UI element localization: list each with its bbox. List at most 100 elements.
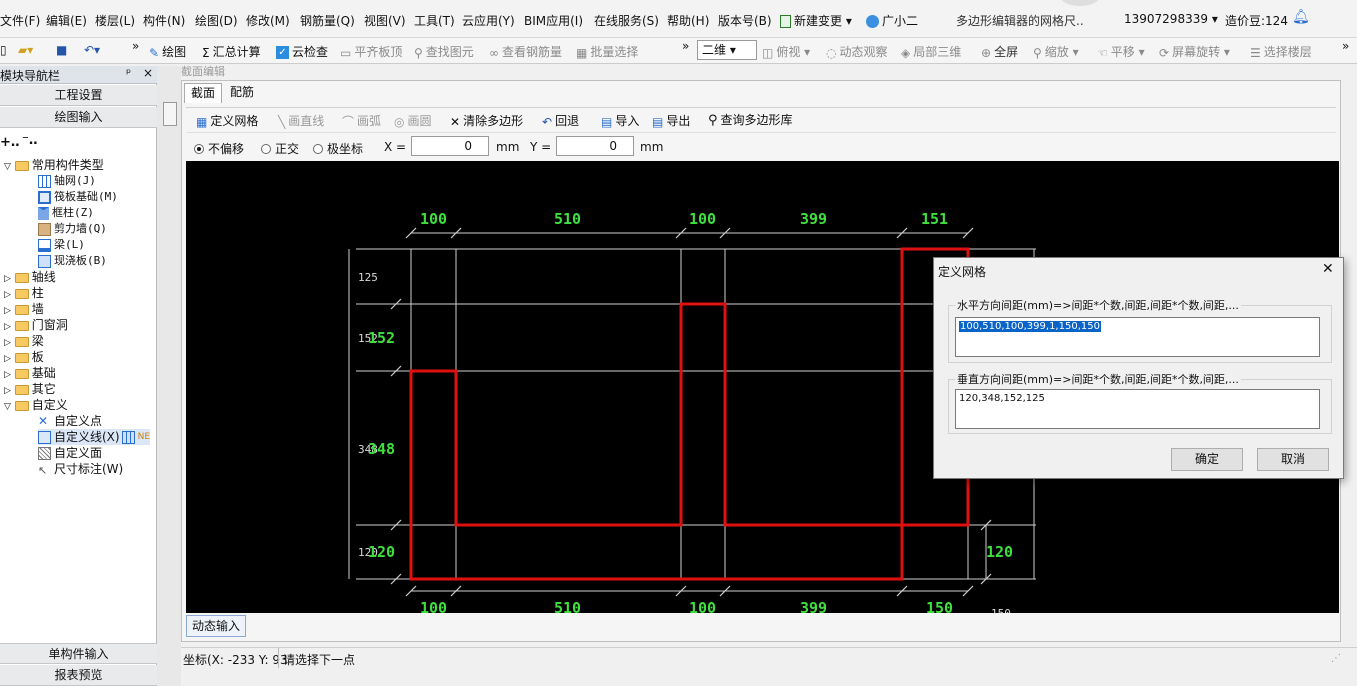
cancel-button[interactable]: 取消 — [1257, 448, 1329, 471]
tree-node-column[interactable]: ▷ 柱 — [4, 285, 44, 301]
draw-circle-button[interactable]: ◎ 画圆 — [394, 112, 432, 129]
tree-label-raft: 筏板基础(M) — [54, 190, 118, 203]
import-button[interactable]: ▤ 导入 — [601, 112, 639, 129]
view-rebar-button[interactable]: ∞ 查看钢筋量 — [489, 43, 562, 60]
tree-node-slab[interactable]: ▷ 板 — [4, 349, 44, 365]
dynamic-observe-button[interactable]: ◌ 动态观察 — [826, 43, 888, 60]
find-element-button[interactable]: ⚲ 查找图元 — [414, 43, 474, 60]
menu-floor[interactable]: 楼层(L) — [95, 12, 135, 29]
tree-node-foundation[interactable]: ▷ 基础 — [4, 365, 56, 381]
project-settings-button[interactable]: 工程设置 — [0, 85, 157, 106]
menu-edit[interactable]: 编辑(E) — [46, 12, 87, 29]
tree-node-wall[interactable]: ▷ 墙 — [4, 301, 44, 317]
polar-radio[interactable]: 极坐标 — [313, 140, 363, 157]
new-change-menu[interactable]: 新建变更 ▾ — [780, 12, 852, 29]
menu-view[interactable]: 视图(V) — [364, 12, 406, 29]
menu-tools[interactable]: 工具(T) — [414, 12, 455, 29]
side-strip — [157, 66, 181, 686]
plan-view-button[interactable]: ◫ 俯视 ▾ — [762, 43, 810, 60]
zoom-button[interactable]: ⚲ 缩放 ▾ — [1033, 43, 1079, 60]
single-input-button[interactable]: 单构件输入 — [0, 643, 157, 664]
import-label: 导入 — [615, 114, 640, 128]
cloud-check-button[interactable]: ✓ 云检查 — [276, 43, 328, 60]
tree-node-beam[interactable]: ▷ 梁 — [4, 333, 44, 349]
full-screen-button[interactable]: ⊕ 全屏 — [981, 43, 1018, 60]
batch-select-button[interactable]: ▦ 批量选择 — [576, 43, 638, 60]
tree-item-beam[interactable]: 梁(L) — [38, 237, 85, 253]
export-button[interactable]: ▤ 导出 — [652, 112, 690, 129]
menu-rebar[interactable]: 钢筋量(Q) — [300, 12, 355, 29]
tree-item-custom-line[interactable]: 自定义线(X) NE — [38, 429, 151, 445]
tree-item-axis-grid[interactable]: 轴网(J) — [38, 173, 96, 189]
define-grid-button[interactable]: ▦ 定义网格 — [196, 112, 258, 129]
tree-item-dimension[interactable]: ↖ 尺寸标注(W) — [38, 461, 123, 477]
dialog-close-icon[interactable]: ✕ — [1322, 261, 1334, 277]
query-library-button[interactable]: ⚲ 查询多边形库 — [708, 111, 793, 128]
menu-modify[interactable]: 修改(M) — [246, 12, 290, 29]
overflow-icon[interactable]: » — [1342, 39, 1349, 53]
tab-rebar[interactable]: 配筋 — [224, 83, 260, 103]
full-screen-label: 全屏 — [994, 45, 1019, 59]
tree-item-custom-face[interactable]: 自定义面 — [38, 445, 102, 461]
side-tab[interactable] — [163, 102, 177, 126]
tree-item-shear-wall[interactable]: 剪力墙(Q) — [38, 221, 107, 237]
menu-help[interactable]: 帮助(H) — [667, 12, 709, 29]
drawing-input-button[interactable]: 绘图输入 — [0, 107, 157, 128]
local-3d-button[interactable]: ◈ 局部三维 — [901, 43, 961, 60]
tree-item-cast-slab[interactable]: 现浇板(B) — [38, 253, 107, 269]
report-preview-button[interactable]: 报表预览 — [0, 665, 157, 686]
save-icon[interactable]: ■ — [56, 43, 67, 57]
new-file-icon[interactable]: ▯ — [0, 43, 7, 57]
menu-version[interactable]: 版本号(B) — [718, 12, 772, 29]
pan-button[interactable]: ☜ 平移 ▾ — [1097, 43, 1145, 60]
horizontal-spacing-input[interactable]: 100,510,100,399,1,150,150 — [955, 317, 1320, 357]
orthogonal-radio[interactable]: 正交 — [261, 140, 299, 157]
draw-line-button[interactable]: ╲ 画直线 — [278, 112, 324, 129]
assistant-label: 广小二 — [882, 14, 919, 28]
view-mode-select[interactable]: 二维 ▾ — [697, 40, 757, 60]
undo-button[interactable]: ↶ 回退 — [542, 112, 579, 129]
draw-button[interactable]: ✎ 绘图 — [149, 43, 186, 60]
no-offset-radio[interactable]: 不偏移 — [194, 140, 244, 157]
rebar-icon: ∞ — [489, 45, 499, 60]
resize-grip-icon[interactable]: ⋰ — [1331, 653, 1341, 664]
tree-node-custom[interactable]: ▽ 自定义 — [4, 397, 68, 413]
select-floor-button[interactable]: ☰ 选择楼层 — [1250, 43, 1312, 60]
menu-bim[interactable]: BIM应用(I) — [524, 12, 583, 29]
overflow-icon[interactable]: » — [682, 39, 689, 53]
tab-section[interactable]: 截面 — [184, 83, 223, 103]
tree-item-raft-foundation[interactable]: 筏板基础(M) — [38, 189, 118, 205]
overflow-icon[interactable]: » — [132, 39, 139, 53]
sum-calc-button[interactable]: Σ 汇总计算 — [202, 43, 261, 60]
menu-draw[interactable]: 绘图(D) — [195, 12, 238, 29]
tree-node-other[interactable]: ▷ 其它 — [4, 381, 56, 397]
menu-file[interactable]: 文件(F) — [0, 12, 40, 29]
open-folder-icon[interactable]: ▰▾ — [18, 43, 33, 57]
assistant-menu[interactable]: 广小二 — [866, 12, 918, 29]
tree-node-common-types[interactable]: ▽ 常用构件类型 — [4, 157, 104, 173]
screen-rotate-button[interactable]: ⟳ 屏幕旋转 ▾ — [1159, 43, 1230, 60]
vertical-spacing-input[interactable]: 120,348,152,125 — [955, 389, 1320, 429]
menu-online[interactable]: 在线服务(S) — [594, 12, 659, 29]
x-input[interactable]: 0 — [411, 136, 489, 156]
account-menu[interactable]: 13907298339 ▾ — [1124, 12, 1218, 26]
expand-all-icon[interactable]: +‥ — [0, 135, 20, 150]
y-input[interactable]: 0 — [556, 136, 634, 156]
flat-slab-top-button[interactable]: ▭ 平齐板顶 — [340, 43, 402, 60]
undo-icon[interactable]: ↶▾ — [84, 43, 100, 57]
ok-button[interactable]: 确定 — [1171, 448, 1243, 471]
menu-cloud[interactable]: 云应用(Y) — [462, 12, 515, 29]
collapse-all-icon[interactable]: ⁻‥ — [22, 133, 38, 148]
dynamic-input-button[interactable]: 动态输入 — [186, 615, 247, 637]
menu-component[interactable]: 构件(N) — [143, 12, 185, 29]
clear-polygon-button[interactable]: ✕ 清除多边形 — [450, 112, 523, 129]
pin-icon[interactable]: ᵖ — [126, 66, 131, 80]
close-icon[interactable]: × — [143, 66, 153, 80]
draw-arc-button[interactable]: ⌒ 画弧 — [342, 112, 381, 130]
section-polygon[interactable] — [409, 247, 970, 581]
tree-node-axis-line[interactable]: ▷ 轴线 — [4, 269, 56, 285]
tree-node-door-window[interactable]: ▷ 门窗洞 — [4, 317, 68, 333]
tree-item-frame-column[interactable]: 框柱(Z) — [38, 205, 94, 221]
tree-item-custom-point[interactable]: ✕ 自定义点 — [38, 413, 102, 429]
notification-icon[interactable]: 🔔︎ — [1292, 9, 1310, 25]
